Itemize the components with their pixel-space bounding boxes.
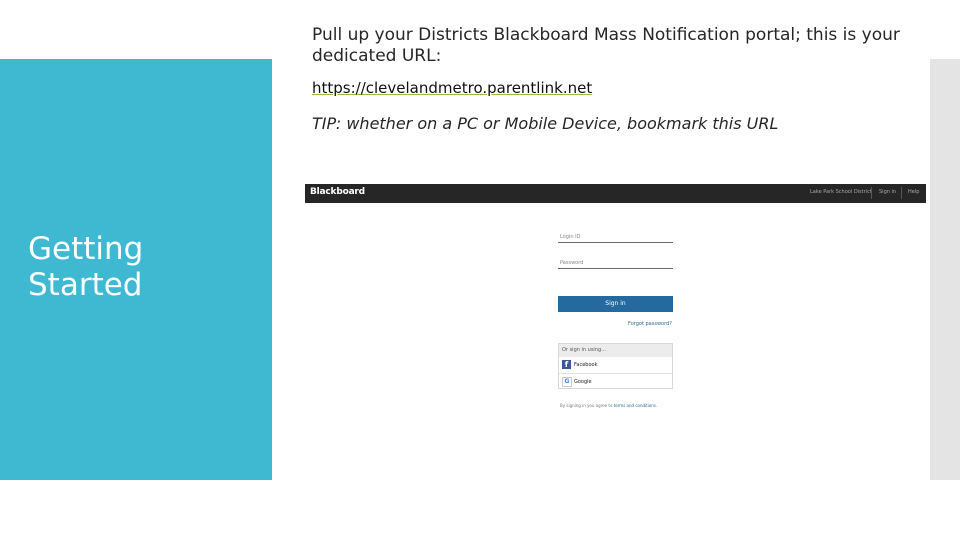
facebook-signin-option[interactable]: f Facebook [559, 357, 672, 373]
nav-divider [871, 187, 872, 199]
terms-notice: By signing in you agree to terms and con… [560, 403, 657, 408]
google-icon: G [562, 377, 572, 387]
blackboard-logo: Blackboard [310, 187, 365, 197]
intro-text: Pull up your Districts Blackboard Mass N… [312, 25, 900, 66]
slide-title: Getting Started [28, 231, 258, 303]
password-field[interactable]: Password [558, 257, 673, 269]
google-label: Google [574, 379, 592, 385]
slide-title-line-1: Getting [28, 231, 144, 267]
tip-text: TIP: whether on a PC or Mobile Device, b… [312, 114, 779, 133]
facebook-label: Facebook [574, 362, 598, 368]
portal-url-link[interactable]: https://clevelandmetro.parentlink.net [312, 79, 592, 97]
sign-in-button[interactable]: Sign in [558, 296, 673, 312]
terms-link[interactable]: terms and conditions. [614, 403, 658, 408]
terms-prefix: By signing in you agree to [560, 403, 613, 408]
facebook-icon: f [562, 360, 571, 369]
nav-sign-in[interactable]: Sign in [879, 189, 896, 195]
nav-help[interactable]: Help [908, 189, 919, 195]
social-signin-header: Or sign in using... [559, 344, 672, 357]
slide-title-line-2: Started [28, 267, 143, 303]
login-id-field[interactable]: Login ID [558, 231, 673, 243]
blackboard-login-screenshot: Blackboard Lake Park School District Sig… [305, 184, 926, 424]
nav-divider [901, 187, 902, 199]
side-strip [930, 59, 960, 480]
nav-school-district[interactable]: Lake Park School District [810, 189, 872, 195]
forgot-password-link[interactable]: Forgot password? [628, 321, 672, 327]
google-signin-option[interactable]: G Google [559, 373, 672, 390]
blackboard-header: Blackboard Lake Park School District Sig… [305, 184, 926, 203]
social-signin-box: Or sign in using... f Facebook G Google [558, 343, 673, 389]
